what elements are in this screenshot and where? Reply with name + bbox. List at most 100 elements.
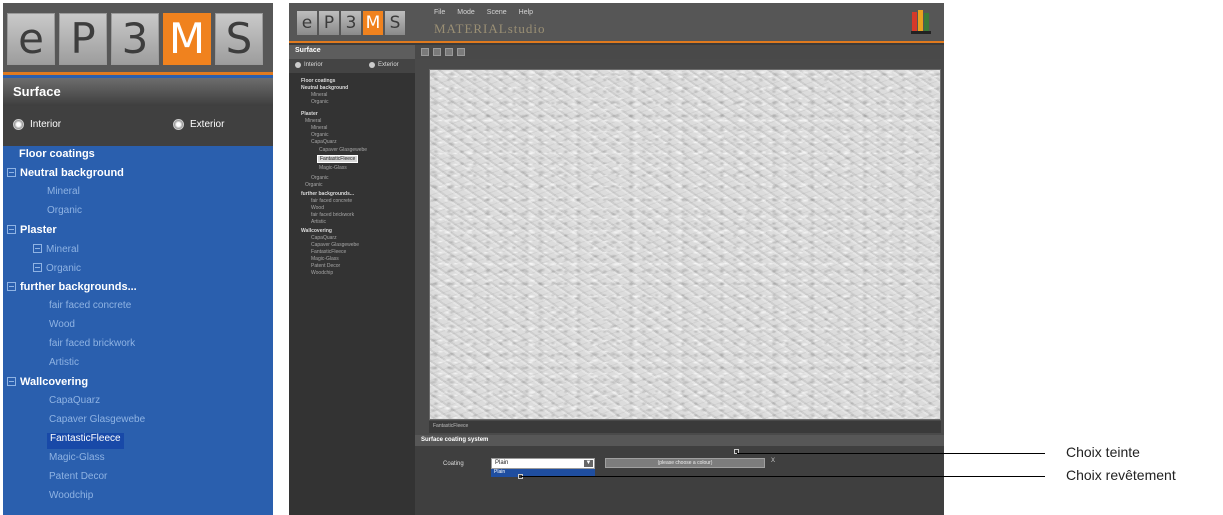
choose-colour-button[interactable]: (please choose a colour) (605, 458, 765, 468)
side-tree-item[interactable]: CapaQuarz (311, 139, 337, 145)
chevron-down-icon[interactable]: ▼ (584, 460, 593, 467)
tree-item-organic[interactable]: Organic (47, 205, 82, 221)
menu-mode[interactable]: Mode (457, 9, 475, 16)
material-studio-window: e P 3 M S File Mode Scene Help MATERIALs… (289, 3, 944, 515)
side-interior-radio[interactable]: Interior (295, 62, 323, 68)
coating-system-panel: Surface coating system Coating Plain ▼ P… (415, 435, 944, 515)
side-interior-label: Interior (304, 62, 323, 68)
side-tree-item[interactable]: Plaster (301, 111, 318, 117)
collapse-icon[interactable] (7, 168, 16, 177)
app-brand-title: MATERIALstudio (434, 21, 546, 36)
tree-item-label: Artistic (49, 357, 79, 368)
side-tree-item[interactable]: Magic-Glass (311, 256, 339, 262)
radio-icon (295, 62, 301, 68)
side-tree-item[interactable]: Mineral (305, 118, 321, 124)
menu-help[interactable]: Help (519, 9, 533, 16)
side-tree-item[interactable]: Neutral background (301, 85, 348, 91)
tree-item-label: Wood (49, 319, 75, 330)
tree-item-magic-glass[interactable]: Magic-Glass (49, 452, 105, 468)
collapse-icon[interactable] (7, 282, 16, 291)
expand-icon[interactable] (33, 244, 42, 253)
tree-item-neutral-background[interactable]: Neutral background (7, 167, 124, 183)
ep3ms-logo: e P 3 M S (7, 13, 263, 65)
side-tree-item[interactable]: Capaver Glasgewebe (311, 242, 359, 248)
tree-item-label: Floor coatings (19, 148, 95, 160)
side-tree-item[interactable]: Artistic (311, 219, 326, 225)
tree-item-plaster-mineral[interactable]: Mineral (33, 243, 79, 259)
tint-callout-line (737, 453, 1045, 454)
tree-item-fantasticfleece[interactable]: FantasticFleece (47, 433, 124, 449)
expand-icon[interactable] (33, 263, 42, 272)
tree-item-floor-coatings[interactable]: Floor coatings (19, 148, 95, 164)
tree-item-mineral[interactable]: Mineral (47, 186, 80, 202)
side-tree-item-selected[interactable]: FantasticFleece (317, 155, 359, 163)
side-tree-item[interactable]: further backgrounds... (301, 191, 354, 197)
tree-item-patent-decor[interactable]: Patent Decor (49, 471, 107, 487)
tree-item-plaster[interactable]: Plaster (7, 224, 57, 240)
coating-callout-label: Choix revêtement (1066, 467, 1176, 483)
side-tree-item[interactable]: Woodchip (311, 270, 333, 276)
tree-item-wood[interactable]: Wood (49, 319, 75, 335)
tree-item-capaver-glasgewebe[interactable]: Capaver Glasgewebe (49, 414, 145, 430)
side-tree-item[interactable]: Organic (311, 132, 329, 138)
tint-callout-label: Choix teinte (1066, 444, 1140, 460)
app-main-area: FantasticFleece Surface coating system C… (415, 45, 944, 515)
tree-item-wallcovering[interactable]: Wallcovering (7, 376, 88, 392)
side-tree-item[interactable]: Mineral (311, 92, 327, 98)
tree-item-plaster-organic[interactable]: Organic (33, 262, 81, 278)
side-tree-item[interactable]: Organic (311, 175, 329, 181)
coating-select[interactable]: Plain ▼ (491, 458, 595, 469)
interior-radio[interactable]: Interior (13, 119, 61, 130)
location-radio-group: Interior Exterior (3, 106, 273, 146)
tree-item-fair-faced-concrete[interactable]: fair faced concrete (49, 300, 131, 316)
side-tree-item[interactable]: fair faced brickwork (311, 212, 354, 218)
side-tree-item[interactable]: Organic (305, 182, 323, 188)
tree-item-artistic[interactable]: Artistic (49, 357, 79, 373)
tree-item-fair-faced-brickwork[interactable]: fair faced brickwork (49, 338, 135, 354)
side-exterior-radio[interactable]: Exterior (369, 62, 399, 68)
side-tree-item[interactable]: Mineral (311, 125, 327, 131)
choose-colour-label: (please choose a colour) (657, 460, 713, 466)
exterior-radio-label: Exterior (190, 119, 225, 130)
side-tree-item[interactable]: Floor coatings (301, 78, 335, 84)
side-tree-item[interactable]: Wood (311, 205, 324, 211)
tree-item-further-backgrounds[interactable]: further backgrounds... (7, 281, 137, 297)
tree-item-label: Woodchip (49, 490, 94, 501)
coating-label: Coating (443, 461, 464, 467)
side-tree-item[interactable]: Patent Decor (311, 263, 340, 269)
coating-select-value: Plain (495, 460, 509, 466)
side-tree-item[interactable]: fair faced concrete (311, 198, 352, 204)
collapse-icon[interactable] (7, 377, 16, 386)
side-tree-item[interactable]: FantasticFleece (311, 249, 346, 255)
tree-item-label: Magic-Glass (49, 452, 105, 463)
side-tree-item[interactable]: Organic (311, 99, 329, 105)
toolbar-tool-icon[interactable] (421, 48, 429, 56)
collapse-icon[interactable] (7, 225, 16, 234)
menu-scene[interactable]: Scene (487, 9, 507, 16)
view-toolbar (415, 45, 944, 59)
logo-letter: M (363, 11, 383, 35)
side-tree-item[interactable]: Magic-Glass (319, 165, 347, 171)
tree-item-label: further backgrounds... (20, 281, 137, 293)
logo-letter: M (163, 13, 211, 65)
side-tree-item[interactable]: CapaQuarz (311, 235, 337, 241)
logo-letter: P (319, 11, 339, 35)
tree-item-capaquarz[interactable]: CapaQuarz (49, 395, 100, 411)
side-tree-item[interactable]: Capaver Glasgewebe (319, 147, 367, 153)
tree-item-label: fair faced concrete (49, 300, 132, 311)
toolbar-tool-icon[interactable] (457, 48, 465, 56)
exterior-radio[interactable]: Exterior (173, 119, 224, 130)
tree-item-label: Organic (47, 205, 83, 216)
side-exterior-label: Exterior (378, 62, 399, 68)
logo-letter: 3 (341, 11, 361, 35)
clear-colour-icon[interactable]: X (771, 458, 775, 464)
logo-bar: e P 3 M S (3, 3, 273, 75)
side-tree-item[interactable]: Wallcovering (301, 228, 332, 234)
brand-emblem-icon (911, 10, 931, 34)
toolbar-tool-icon[interactable] (433, 48, 441, 56)
menu-file[interactable]: File (434, 9, 445, 16)
tree-item-label: Capaver Glasgewebe (49, 414, 146, 425)
toolbar-tool-icon[interactable] (445, 48, 453, 56)
logo-letter: S (215, 13, 263, 65)
tree-item-woodchip[interactable]: Woodchip (49, 490, 93, 506)
